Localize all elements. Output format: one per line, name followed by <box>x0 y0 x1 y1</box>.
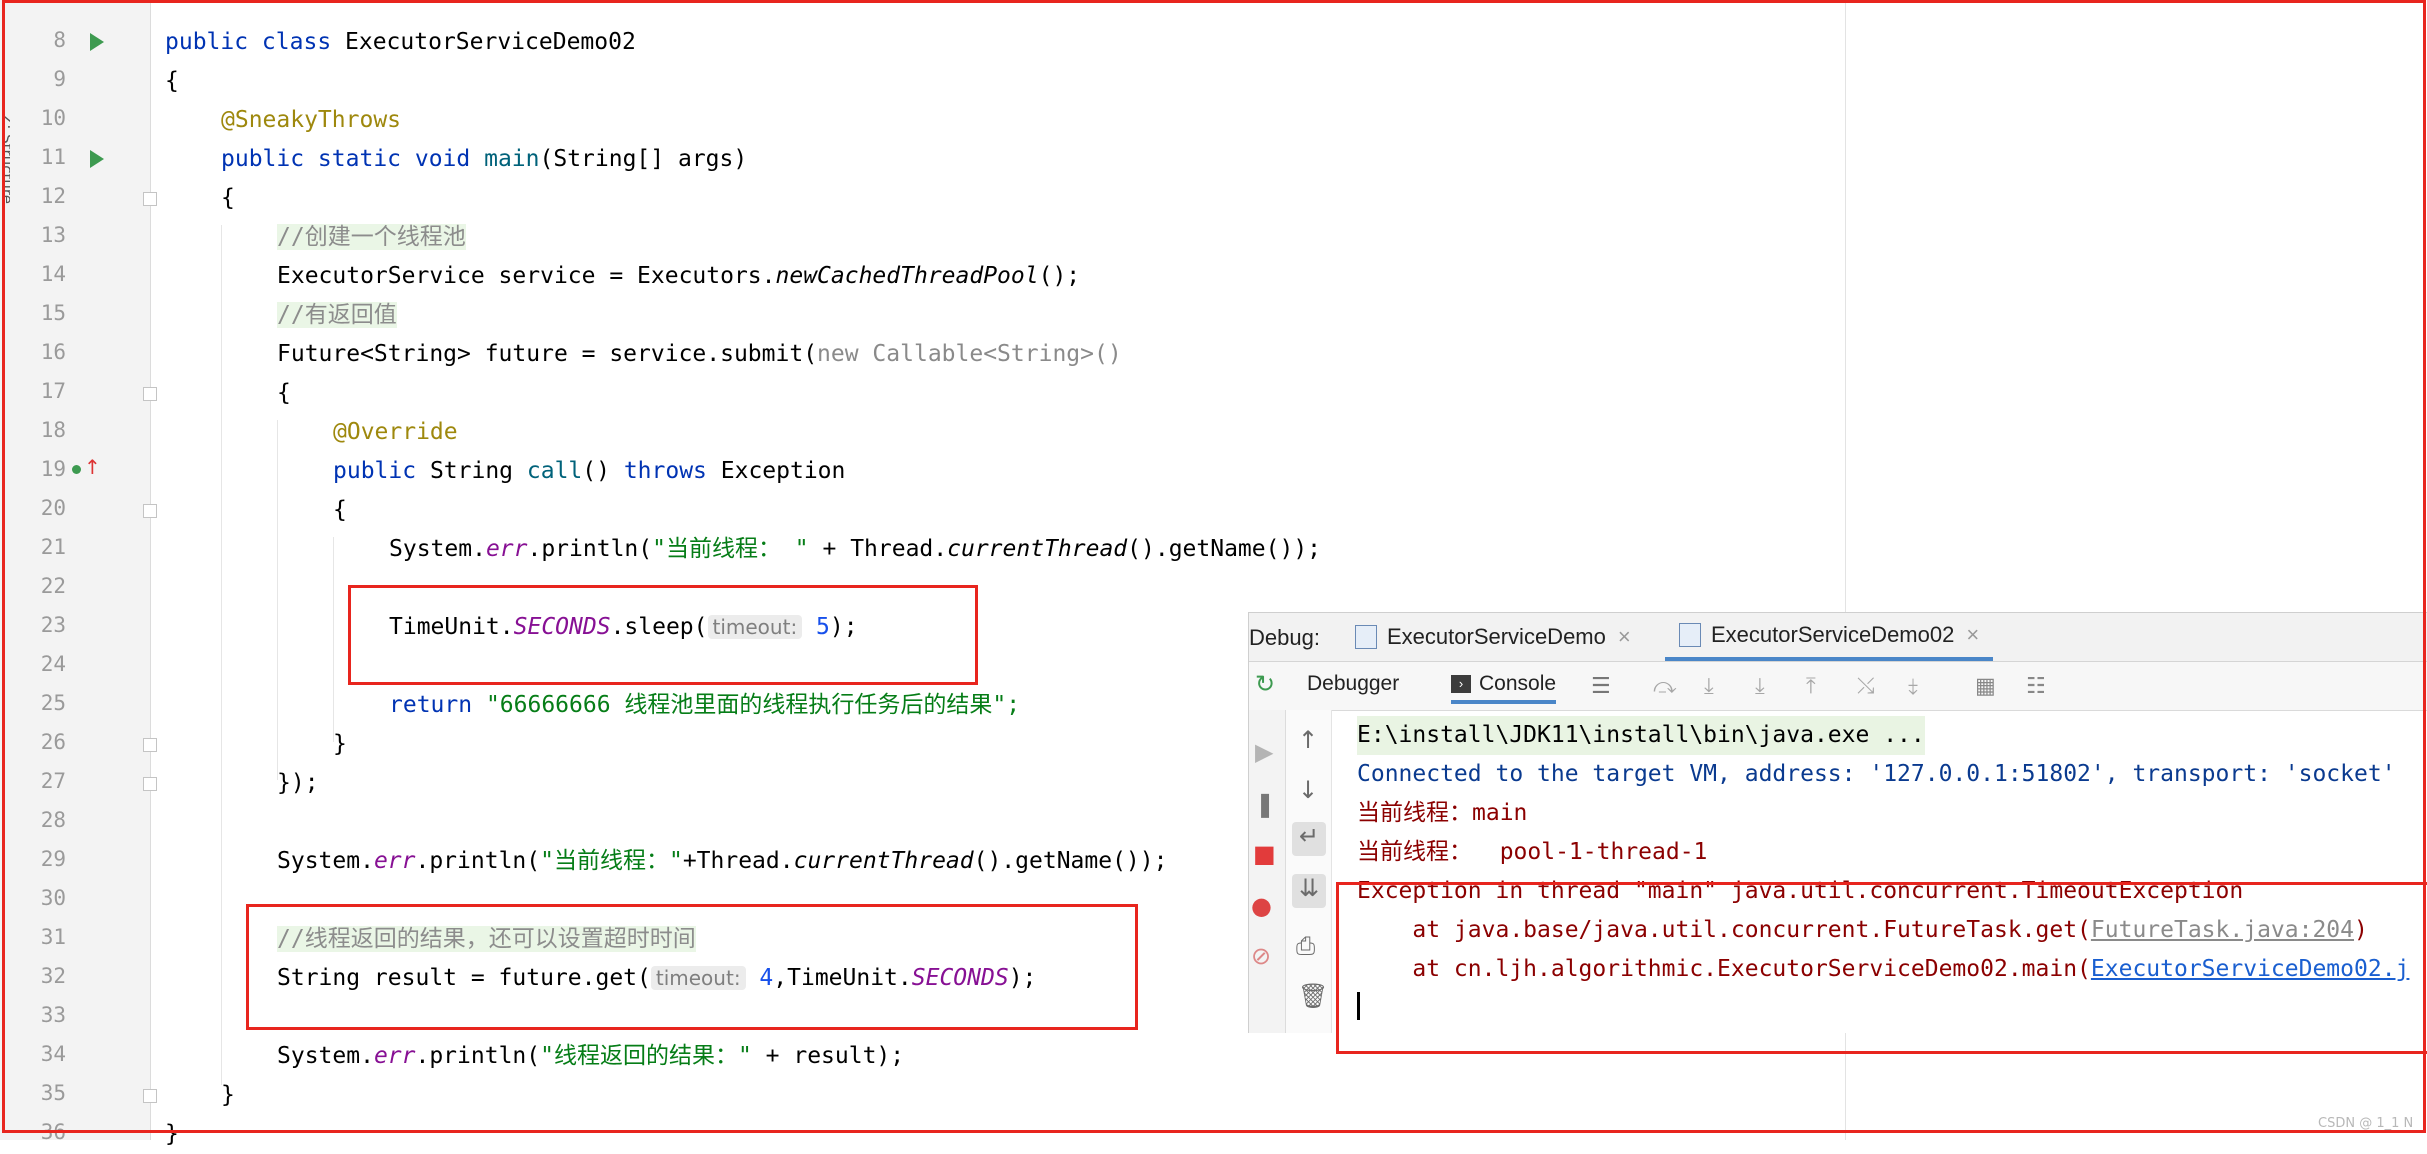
exception-highlight-box <box>1336 882 2427 1054</box>
get-timeout-highlight-box <box>246 904 1138 1030</box>
watermark: CSDN @ 1_1 N <box>2318 1116 2414 1131</box>
sleep-highlight-box <box>348 585 978 685</box>
